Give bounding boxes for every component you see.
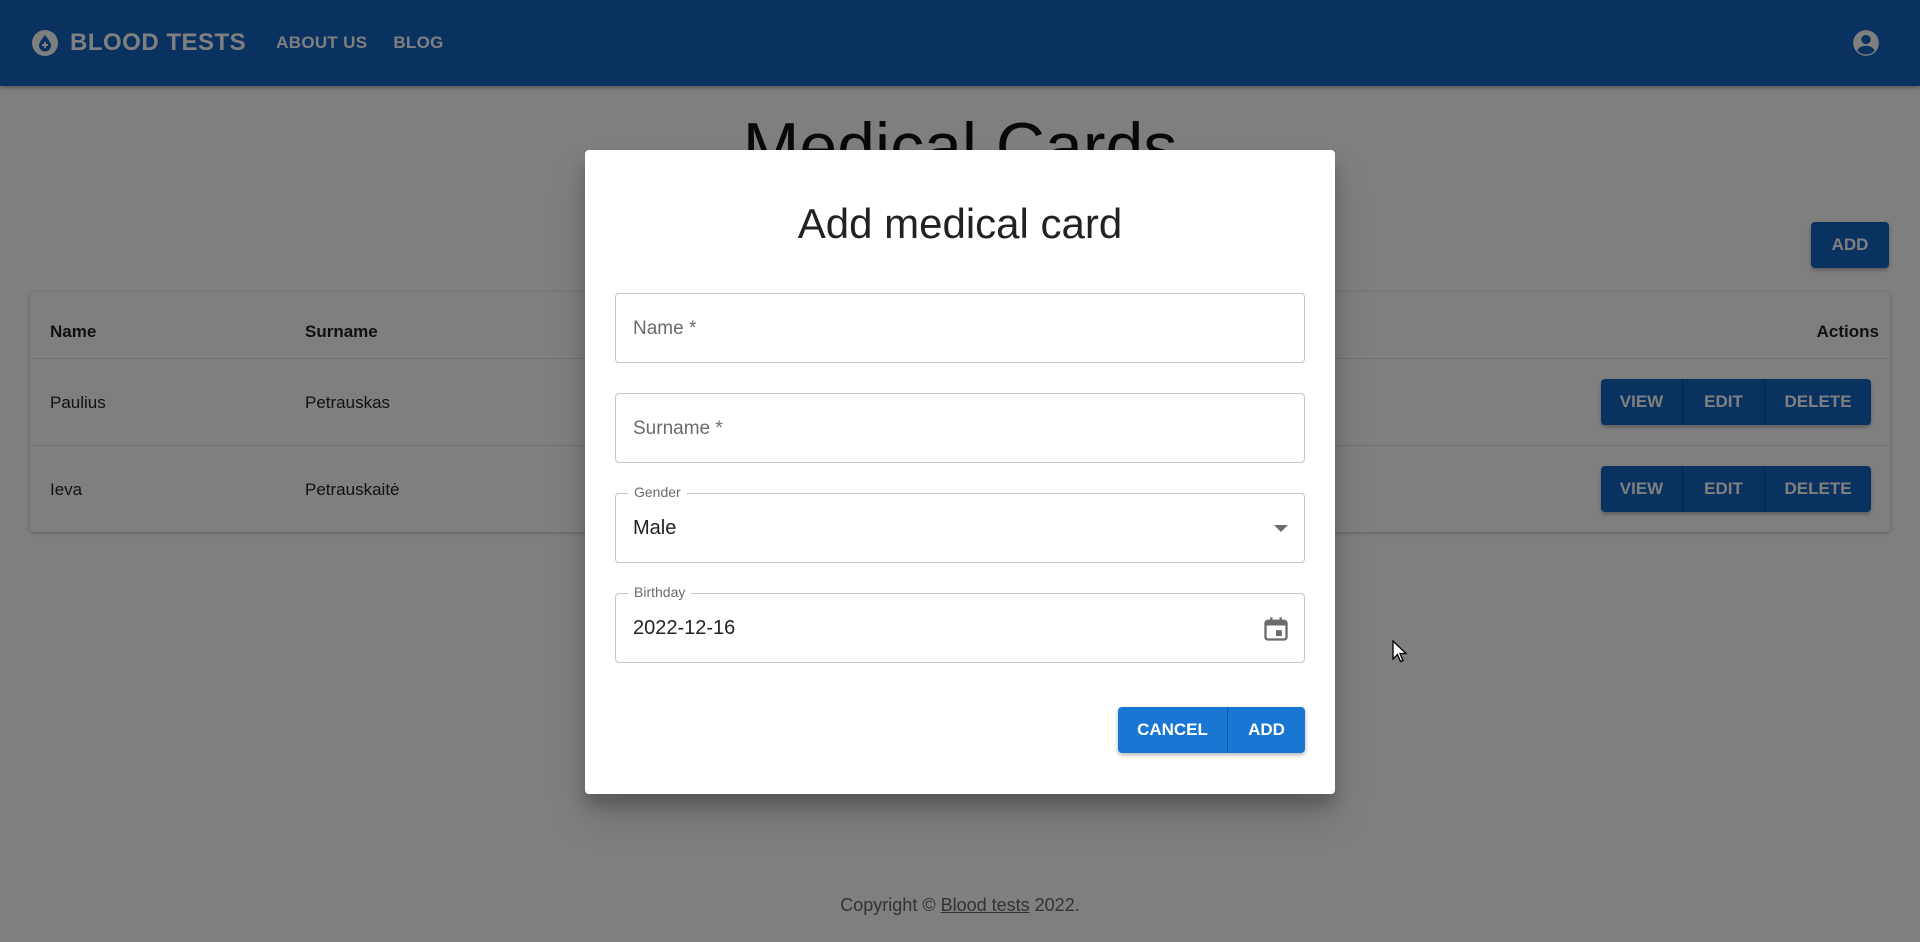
mouse-cursor-icon [1392,640,1408,663]
dialog-title: Add medical card [797,200,1123,247]
birthday-label: Birthday [628,584,692,600]
birthday-value: 2022-12-16 [633,617,736,639]
surname-placeholder: Surname * [633,418,723,439]
calendar-icon[interactable] [1262,615,1290,643]
birthday-field[interactable]: Birthday 2022-12-16 [615,584,1305,663]
name-placeholder: Name * [633,318,697,339]
gender-select[interactable]: Gender Male [615,484,1305,563]
dialog-actions: CANCEL ADD [1118,707,1305,753]
gender-value: Male [633,517,677,539]
name-field[interactable]: Name * [615,293,1305,363]
add-medical-card-dialog: Add medical card Name * Surname * Gender… [585,150,1335,794]
gender-label: Gender [628,484,687,500]
cancel-button[interactable]: CANCEL [1118,707,1228,753]
surname-field[interactable]: Surname * [615,393,1305,463]
chevron-down-icon [1274,525,1288,532]
confirm-add-button[interactable]: ADD [1228,707,1305,753]
